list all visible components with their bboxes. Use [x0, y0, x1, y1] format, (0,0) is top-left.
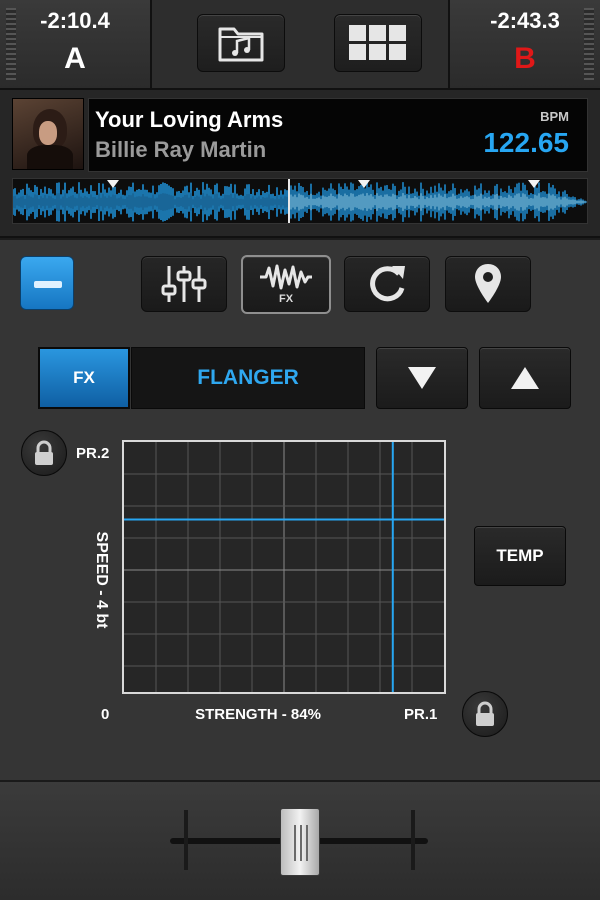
- library-button[interactable]: [197, 14, 285, 72]
- track-artist: Billie Ray Martin: [95, 137, 267, 162]
- top-toolbar: [150, 0, 450, 88]
- lock-icon: [35, 440, 53, 465]
- cue-marker-1: [107, 180, 119, 188]
- fx-next-button[interactable]: [479, 347, 571, 409]
- grid-view-button[interactable]: [334, 14, 422, 72]
- xy-pad-grid: [124, 442, 444, 692]
- top-bar: -2:10.4 A -2:43.3 B: [0, 0, 600, 90]
- fx-mode-label: FX: [278, 293, 294, 305]
- deck-b-panel[interactable]: -2:43.3 B: [450, 0, 600, 88]
- fx-prev-button[interactable]: [376, 347, 468, 409]
- map-pin-icon: [475, 264, 501, 303]
- preset-2-label: PR.2: [76, 445, 110, 462]
- crossfader-area: [0, 780, 600, 900]
- crossfader-end-right: [411, 810, 415, 870]
- lock-speed-button[interactable]: [21, 430, 67, 476]
- triangle-up-icon: [511, 367, 539, 389]
- deck-b-time: -2:43.3: [490, 8, 560, 33]
- collapse-button[interactable]: [20, 256, 74, 310]
- waveform-icon: [260, 264, 312, 290]
- bpm-value: 122.65: [483, 127, 569, 158]
- track-info-panel: Your Loving Arms Billie Ray Martin BPM 1…: [88, 98, 588, 172]
- xy-pad[interactable]: [122, 440, 446, 694]
- deck-a-time: -2:10.4: [40, 8, 110, 33]
- track-info-area: Your Loving Arms Billie Ray Martin BPM 1…: [0, 90, 600, 238]
- track-title: Your Loving Arms: [95, 107, 284, 132]
- deck-a-letter: A: [64, 42, 86, 75]
- origin-label: 0: [101, 706, 110, 723]
- fx-effect-name: FLANGER: [131, 347, 365, 409]
- album-cover: [12, 98, 84, 170]
- bpm-label: BPM: [540, 109, 569, 124]
- deck-a-panel[interactable]: -2:10.4 A: [0, 0, 150, 88]
- fx-toggle-button[interactable]: FX: [38, 347, 130, 409]
- lock-strength-button[interactable]: [462, 691, 508, 737]
- waveform-remaining: [288, 182, 587, 222]
- sliders-icon: [161, 266, 207, 302]
- fx-panel: FX FX FLANGER PR.2 SPEED - 4 bt 0 STRENG…: [0, 240, 600, 780]
- deck-b-letter: B: [514, 42, 536, 75]
- speed-axis-label: SPEED - 4 bt: [93, 531, 110, 629]
- loop-mode-button[interactable]: [344, 256, 430, 312]
- mixer-mode-button[interactable]: [141, 256, 227, 312]
- cue-mode-button[interactable]: [445, 256, 531, 312]
- lock-icon: [476, 701, 494, 726]
- waveform-played: [13, 182, 288, 222]
- grid-icon: [349, 25, 406, 60]
- crossfader-end-left: [184, 810, 188, 870]
- minus-icon: [34, 281, 62, 288]
- temp-button[interactable]: TEMP: [474, 526, 566, 586]
- music-folder-icon: [218, 27, 264, 62]
- triangle-down-icon: [408, 367, 436, 389]
- strength-axis-label: STRENGTH - 84%: [195, 706, 321, 723]
- crossfader-handle[interactable]: [280, 808, 320, 876]
- preset-1-label: PR.1: [404, 706, 438, 723]
- fx-mode-button[interactable]: FX: [241, 255, 331, 314]
- waveform-overview[interactable]: [12, 178, 588, 224]
- loop-icon: [370, 266, 405, 302]
